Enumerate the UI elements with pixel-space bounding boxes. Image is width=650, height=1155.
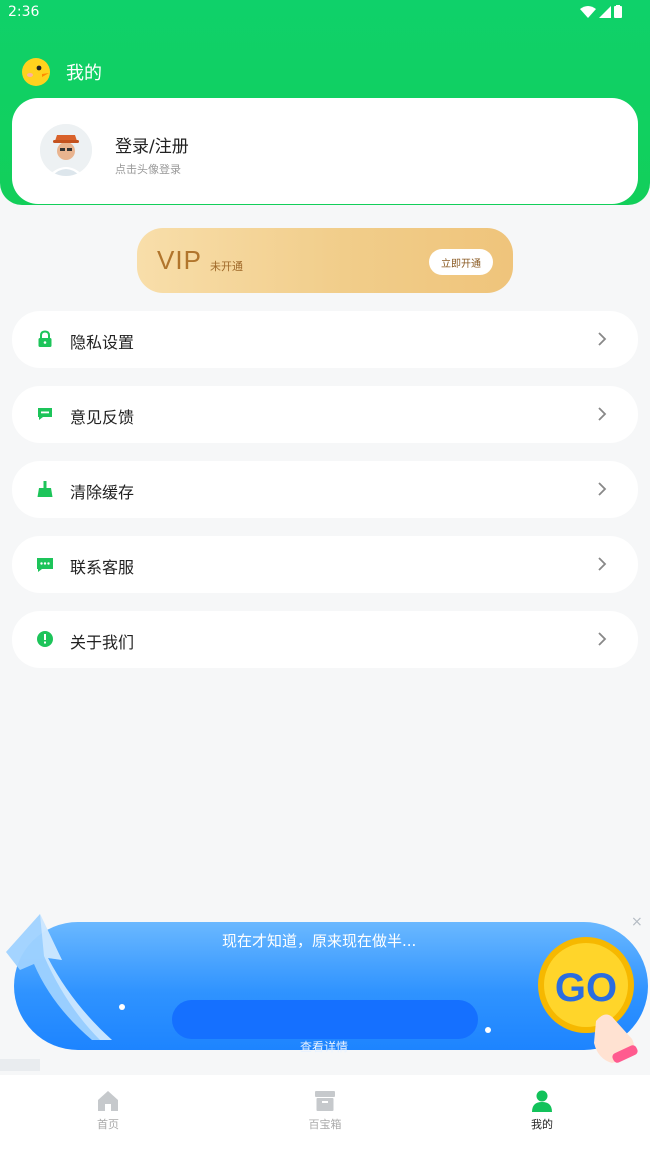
ad-detail-label[interactable]: 查看详情 xyxy=(300,1038,348,1055)
avatar[interactable] xyxy=(40,124,92,176)
chevron-right-icon xyxy=(598,407,607,421)
lock-icon xyxy=(38,330,52,347)
vip-activate-button[interactable]: 立即开通 xyxy=(429,249,493,275)
info-icon xyxy=(37,631,53,647)
menu-label: 联系客服 xyxy=(70,558,135,577)
ad-sparkle xyxy=(119,1004,125,1010)
battery-icon xyxy=(614,5,622,18)
signal-icon xyxy=(599,5,611,18)
menu-label: 关于我们 xyxy=(70,633,135,652)
vip-label: VIP xyxy=(157,245,202,275)
chevron-right-icon xyxy=(598,632,607,646)
title-row: 我的 xyxy=(20,56,102,88)
avatar-icon xyxy=(40,124,92,176)
close-icon[interactable]: × xyxy=(631,914,643,930)
status-time: 2:36 xyxy=(8,4,40,20)
chevron-right-icon xyxy=(598,557,607,571)
menu-item-feedback[interactable]: 意见反馈 xyxy=(12,386,638,443)
nav-label: 百宝箱 xyxy=(308,1118,342,1131)
ad-text: 现在才知道，原来现在做半... xyxy=(222,932,417,950)
chevron-right-icon xyxy=(598,482,607,496)
ad-tag xyxy=(0,1059,40,1071)
status-bar: 2:36 xyxy=(0,0,650,28)
chick-icon xyxy=(22,58,50,86)
menu-label: 隐私设置 xyxy=(70,333,135,352)
go-badge-text: GO xyxy=(555,966,617,1010)
menu-item-privacy[interactable]: 隐私设置 xyxy=(12,311,638,368)
bottom-nav: 首页 百宝箱 我的 xyxy=(0,1075,650,1155)
ad-sparkle xyxy=(485,1027,491,1033)
person-icon xyxy=(532,1090,552,1112)
menu-label: 意见反馈 xyxy=(70,408,135,427)
nav-item-home[interactable]: 首页 xyxy=(68,1089,148,1132)
message-icon xyxy=(38,408,52,420)
vip-card[interactable]: VIP 未开通 立即开通 xyxy=(137,228,513,293)
login-title[interactable]: 登录/注册 xyxy=(115,132,189,157)
menu-item-about[interactable]: 关于我们 xyxy=(12,611,638,668)
broom-icon xyxy=(37,481,53,497)
vip-status: 未开通 xyxy=(210,260,243,273)
home-icon xyxy=(98,1091,118,1111)
nav-label: 我的 xyxy=(531,1118,553,1131)
arrow-up-icon xyxy=(6,914,112,1040)
menu-label: 清除缓存 xyxy=(70,483,135,502)
nav-label: 首页 xyxy=(97,1118,119,1131)
login-subtitle: 点击头像登录 xyxy=(115,163,181,176)
chat-icon xyxy=(37,558,53,572)
page-title: 我的 xyxy=(66,63,102,84)
menu-item-customer-service[interactable]: 联系客服 xyxy=(12,536,638,593)
menu-item-clear-cache[interactable]: 清除缓存 xyxy=(12,461,638,518)
nav-item-toolbox[interactable]: 百宝箱 xyxy=(285,1089,365,1132)
chevron-right-icon xyxy=(598,332,607,346)
profile-card[interactable]: 登录/注册 点击头像登录 xyxy=(12,98,638,204)
ad-detail-button[interactable] xyxy=(172,1000,478,1039)
box-icon xyxy=(315,1091,335,1111)
status-icons xyxy=(580,5,622,18)
go-coin-icon: GO xyxy=(538,937,638,1063)
nav-item-mine[interactable]: 我的 xyxy=(502,1089,582,1132)
wifi-icon xyxy=(580,5,596,18)
